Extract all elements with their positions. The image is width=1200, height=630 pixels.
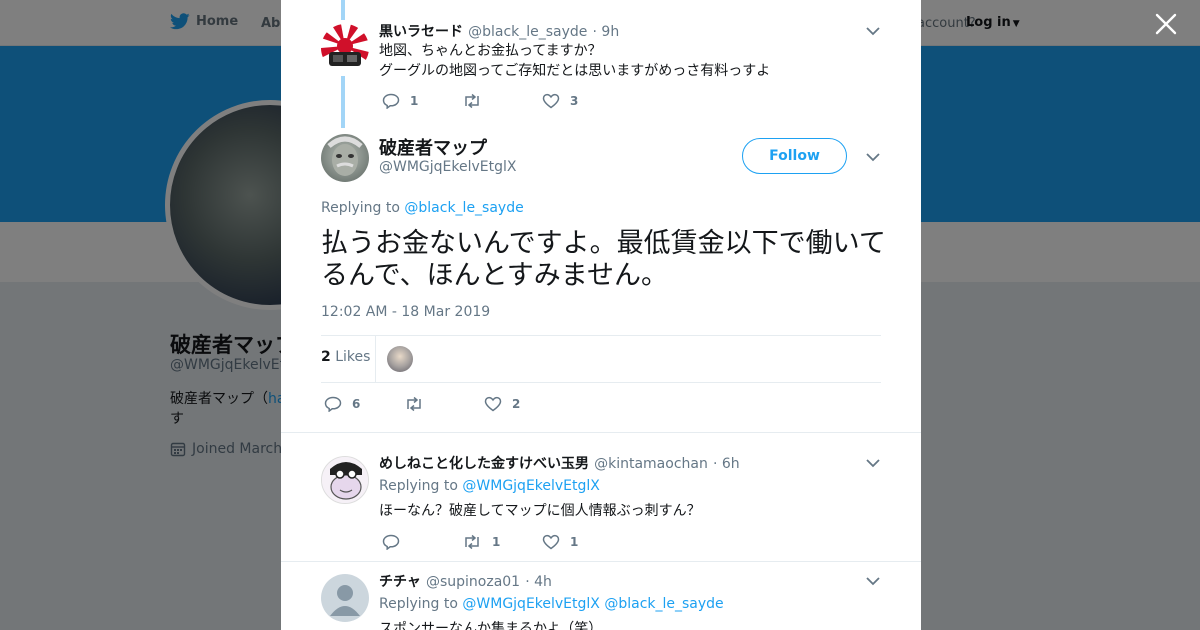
rising-sun-avatar-image	[321, 24, 369, 72]
parent-tweet-text: 地図、ちゃんとお金払ってますか？ グーグルの地図ってご存知だとは思いますがめっさ…	[379, 41, 770, 81]
replying-mention[interactable]: @black_le_sayde	[404, 200, 523, 216]
reply-icon	[382, 534, 400, 550]
reply2-replying: Replying to @WMGjqEkelvEtglX @black_le_s…	[379, 596, 724, 612]
replying-mention[interactable]: @WMGjqEkelvEtglX	[462, 478, 600, 494]
parent-tweet-header: 黒いラセード @black_le_sayde · 9h	[379, 21, 619, 41]
retweet-icon	[407, 396, 421, 412]
main-tweet-avatar[interactable]	[321, 134, 369, 182]
reply-action[interactable]: 1	[382, 93, 462, 109]
like-count: 2	[512, 397, 521, 411]
reply1-actions: 1 1	[382, 534, 622, 550]
retweet-icon	[465, 93, 479, 109]
thread-line-bottom	[341, 76, 345, 128]
reply2-time[interactable]: · 4h	[525, 574, 552, 590]
like-action[interactable]: 2	[484, 396, 564, 412]
replies-separator	[281, 432, 921, 442]
thread-line-top	[341, 0, 345, 20]
parent-tweet-line1: 地図、ちゃんとお金払ってますか？	[379, 43, 602, 59]
reply1-handle[interactable]: @kintamaochan	[594, 456, 708, 472]
reply2-handle[interactable]: @supinoza01	[426, 574, 520, 590]
reply1-header: めしねこと化した金すけべい玉男 @kintamaochan · 6h	[379, 453, 740, 473]
reply-separator	[281, 561, 921, 562]
like-count: 1	[570, 535, 579, 549]
divider	[321, 335, 881, 336]
cat-avatar-image	[322, 457, 368, 503]
chevron-down-icon[interactable]	[866, 458, 880, 468]
heart-icon	[542, 534, 560, 550]
retweet-action[interactable]	[462, 93, 542, 109]
reply-action[interactable]: 6	[324, 396, 404, 412]
reply1-replying: Replying to @WMGjqEkelvEtglX	[379, 478, 600, 494]
parent-tweet-actions: 1 3	[382, 93, 622, 109]
reply2-header: チチャ @supinoza01 · 4h	[379, 571, 552, 591]
parent-tweet-name[interactable]: 黒いラセード	[379, 24, 463, 40]
replying-prefix: Replying to	[379, 478, 463, 494]
likes-stat-count: 2	[321, 349, 331, 365]
likes-stat-label: Likes	[335, 349, 371, 365]
divider	[321, 382, 881, 383]
retweet-action[interactable]	[404, 396, 484, 412]
lego-einstein-avatar-image	[327, 136, 363, 176]
reply1-name[interactable]: めしねこと化した金すけべい玉男	[379, 456, 589, 472]
parent-tweet-time[interactable]: · 9h	[593, 24, 620, 40]
main-tweet-actions: 6 2	[324, 396, 564, 412]
reply2-name[interactable]: チチャ	[379, 574, 421, 590]
like-action[interactable]: 1	[542, 534, 622, 550]
replying-prefix: Replying to	[379, 596, 463, 612]
reply2-avatar[interactable]	[321, 574, 369, 622]
close-icon[interactable]	[1154, 12, 1178, 36]
reply-count: 1	[410, 94, 419, 108]
replying-mention[interactable]: @black_le_sayde	[604, 596, 723, 612]
reply1-text: ほーなん？破産してマップに個人情報ぶっ刺すん？	[379, 503, 701, 519]
chevron-down-icon[interactable]	[866, 152, 880, 162]
main-tweet-text: 払うお金ないんですよ。最低賃金以下で働いてるんで、ほんとすみません。	[321, 228, 886, 291]
reply2-text: スポンサーなんか集まるかよ（笑）	[379, 621, 603, 630]
tweet-modal: 黒いラセード @black_le_sayde · 9h 地図、ちゃんとお金払って…	[281, 0, 921, 630]
reply-icon	[324, 396, 342, 412]
retweet-count: 1	[492, 535, 501, 549]
reply1-avatar[interactable]	[321, 456, 369, 504]
reply1-time[interactable]: · 6h	[713, 456, 740, 472]
main-tweet-timestamp[interactable]: 12:02 AM - 18 Mar 2019	[321, 304, 490, 320]
main-tweet-replying: Replying to @black_le_sayde	[321, 200, 524, 216]
chevron-down-icon[interactable]	[866, 26, 880, 36]
main-tweet-name[interactable]: 破産者マップ	[379, 134, 487, 160]
likes-stat[interactable]: 2 Likes	[321, 349, 370, 365]
default-avatar-icon	[330, 585, 360, 616]
parent-tweet-avatar[interactable]	[321, 24, 369, 72]
heart-icon	[484, 396, 502, 412]
replying-mention[interactable]: @WMGjqEkelvEtglX	[462, 596, 600, 612]
replying-prefix: Replying to	[321, 200, 405, 216]
reply-icon	[382, 93, 400, 109]
parent-tweet-line2: グーグルの地図ってご存知だとは思いますがめっさ有料っすよ	[379, 63, 771, 79]
retweet-icon	[465, 534, 479, 550]
likes-divider	[375, 336, 376, 382]
parent-tweet-handle[interactable]: @black_le_sayde	[468, 24, 587, 40]
like-action[interactable]: 3	[542, 93, 622, 109]
liker-avatar[interactable]	[387, 346, 413, 372]
follow-button[interactable]: Follow	[742, 138, 847, 174]
reply-count: 6	[352, 397, 361, 411]
chevron-down-icon[interactable]	[866, 576, 880, 586]
retweet-action[interactable]: 1	[462, 534, 542, 550]
main-tweet-handle[interactable]: @WMGjqEkelvEtglX	[379, 159, 517, 175]
like-count: 3	[570, 94, 579, 108]
heart-icon	[542, 93, 560, 109]
reply-action[interactable]	[382, 534, 462, 550]
